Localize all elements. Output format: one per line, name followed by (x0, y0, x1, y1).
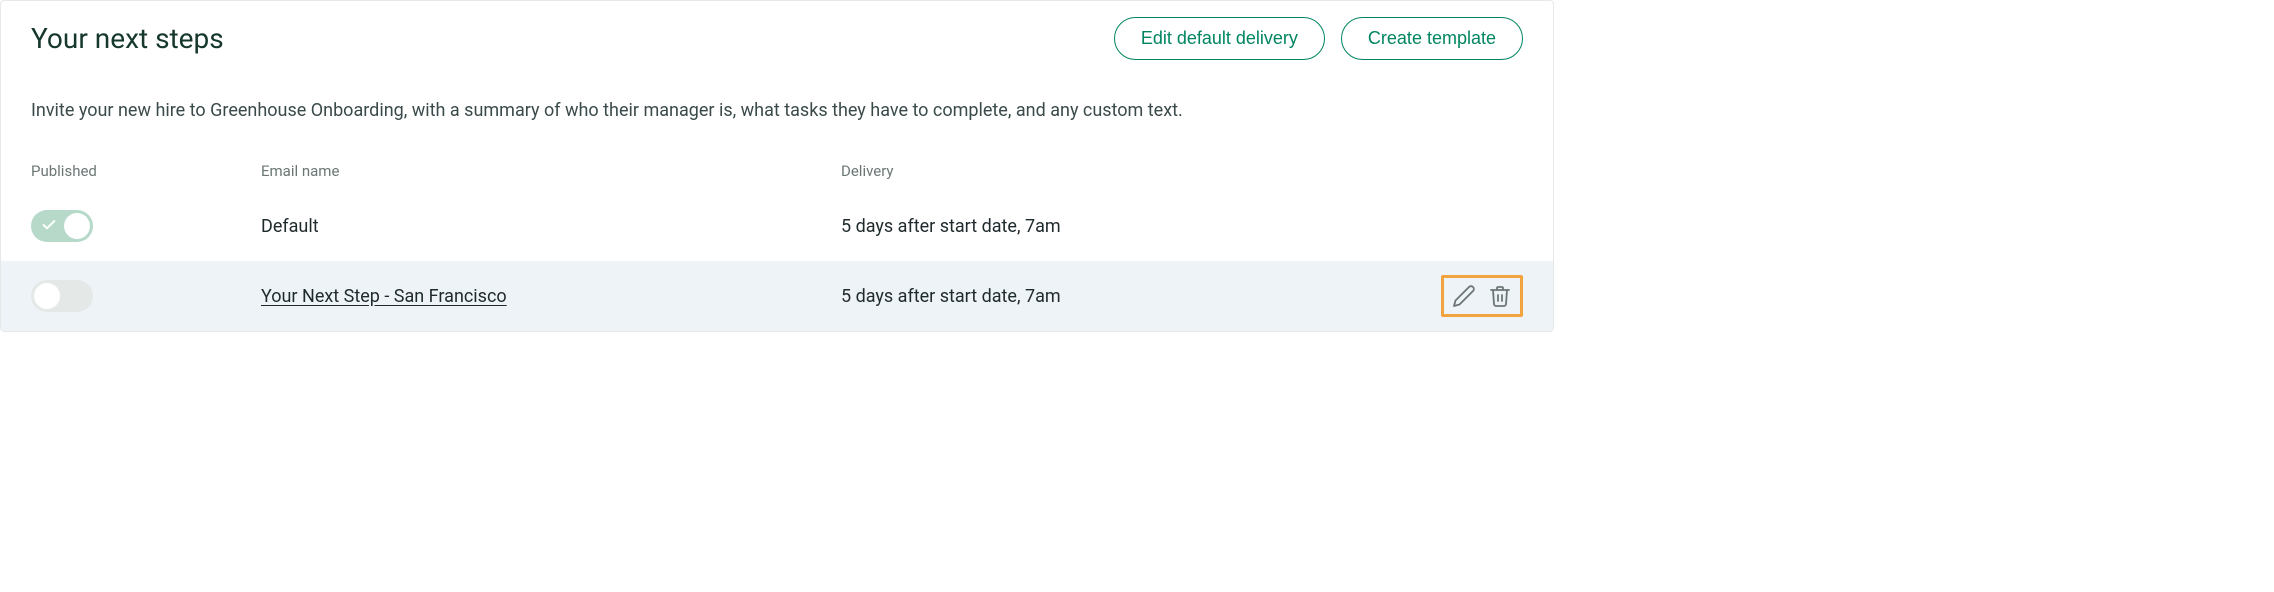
published-cell (31, 280, 261, 312)
panel-description: Invite your new hire to Greenhouse Onboa… (1, 60, 1553, 151)
published-cell (31, 210, 261, 242)
delivery-cell: 5 days after start date, 7am (841, 216, 1351, 237)
table-row: Your Next Step - San Francisco 5 days af… (1, 261, 1553, 331)
edit-icon[interactable] (1452, 284, 1476, 308)
published-toggle[interactable] (31, 280, 93, 312)
toggle-knob (64, 213, 90, 239)
table-row: Default 5 days after start date, 7am (1, 191, 1553, 261)
col-published: Published (31, 162, 261, 180)
actions-highlight (1441, 275, 1523, 317)
panel-header: Your next steps Edit default delivery Cr… (1, 1, 1553, 60)
table-header: Published Email name Delivery (1, 151, 1553, 191)
create-template-button[interactable]: Create template (1341, 17, 1523, 60)
next-steps-panel: Your next steps Edit default delivery Cr… (0, 0, 1554, 332)
header-actions: Edit default delivery Create template (1114, 17, 1523, 60)
edit-default-delivery-button[interactable]: Edit default delivery (1114, 17, 1325, 60)
published-toggle[interactable] (31, 210, 93, 242)
email-name-cell: Default (261, 216, 841, 237)
delivery-cell: 5 days after start date, 7am (841, 286, 1351, 307)
row-actions (1351, 275, 1523, 317)
check-icon (41, 217, 57, 238)
toggle-knob (34, 283, 60, 309)
page-title: Your next steps (31, 22, 224, 55)
col-email-name: Email name (261, 162, 841, 180)
trash-icon[interactable] (1488, 284, 1512, 308)
email-name-link[interactable]: Your Next Step - San Francisco (261, 286, 841, 307)
templates-table: Published Email name Delivery Default 5 … (1, 151, 1553, 331)
col-delivery: Delivery (841, 162, 1351, 180)
